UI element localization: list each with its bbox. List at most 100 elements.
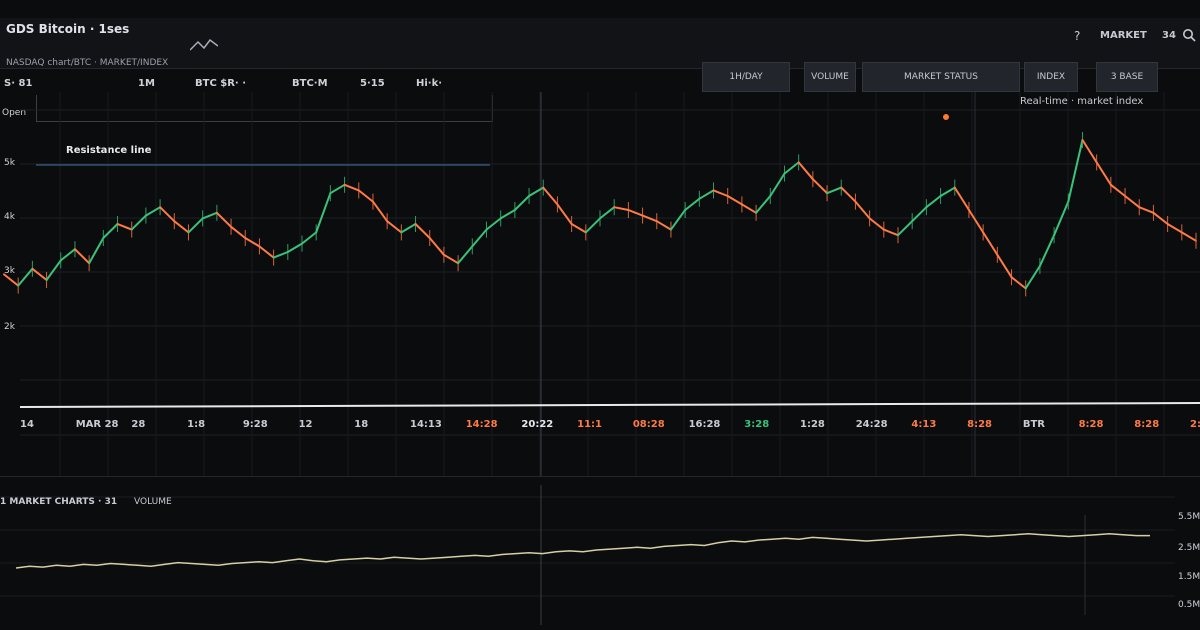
- x-tick-label: 1:28: [800, 419, 825, 430]
- price-segment: [400, 223, 417, 234]
- price-segment: [797, 161, 814, 181]
- x-tick-label: 8:28: [1134, 419, 1159, 430]
- price-segment: [1067, 139, 1084, 203]
- price-segment: [428, 237, 445, 256]
- price-segment: [301, 231, 318, 245]
- x-tick-label: 20:22: [521, 419, 553, 430]
- price-segment: [73, 248, 91, 265]
- price-segment: [17, 267, 34, 287]
- x-tick-label: 12: [299, 419, 313, 430]
- price-segment: [982, 231, 999, 256]
- price-segment: [315, 192, 332, 234]
- ticker-4[interactable]: BTC·M: [292, 78, 328, 89]
- price-segment: [854, 200, 871, 220]
- market-label: MARKET: [1100, 30, 1147, 41]
- x-tick-label: BTR: [1023, 419, 1045, 430]
- price-segment: [953, 186, 970, 211]
- count-label: 34: [1162, 30, 1176, 41]
- ticker-1[interactable]: S· 81: [4, 78, 32, 89]
- price-segment: [485, 217, 502, 231]
- volume-chart[interactable]: [0, 485, 1200, 625]
- price-segment: [230, 225, 247, 239]
- price-segment: [542, 186, 559, 206]
- price-segment: [159, 206, 176, 223]
- price-segment: [570, 223, 587, 234]
- price-segment: [755, 195, 772, 214]
- price-segment: [414, 223, 431, 239]
- price-segment: [655, 220, 672, 231]
- base-button[interactable]: 3 BASE: [1096, 62, 1158, 92]
- price-segment: [698, 189, 715, 200]
- x-tick-label: 08:28: [633, 419, 665, 430]
- price-segment: [897, 220, 914, 237]
- price-segment: [329, 183, 346, 195]
- x-tick-label: 14:28: [466, 419, 498, 430]
- baseline: [19, 402, 1200, 408]
- timeframe-button[interactable]: 1H/DAY: [702, 62, 790, 92]
- price-segment: [1095, 161, 1112, 186]
- chart-logo-icon: [190, 38, 218, 51]
- price-segment: [386, 220, 403, 234]
- price-segment: [88, 237, 105, 265]
- x-tick-label: MAR 28: [76, 419, 119, 430]
- price-segment: [1138, 206, 1155, 214]
- price-segment: [116, 223, 133, 231]
- price-segment: [599, 206, 616, 220]
- price-segment: [1024, 265, 1041, 290]
- price-segment: [939, 186, 956, 197]
- index-button[interactable]: INDEX: [1024, 62, 1078, 92]
- search-icon[interactable]: [1182, 28, 1196, 42]
- price-segment: [102, 223, 119, 239]
- price-segment: [740, 203, 758, 214]
- x-tick-label: 24:28: [856, 419, 888, 430]
- price-segment: [59, 248, 76, 262]
- price-segment: [272, 251, 289, 259]
- price-segment: [712, 189, 729, 197]
- app-title: GDS Bitcoin · 1ses: [6, 22, 130, 36]
- ticker-3[interactable]: BTC $R· ·: [195, 78, 246, 89]
- price-segment: [556, 203, 573, 225]
- price-segment: [1166, 223, 1183, 234]
- price-segment: [45, 259, 62, 281]
- price-segment: [1010, 276, 1027, 290]
- top-toolbar: [0, 18, 1200, 69]
- price-segment: [144, 206, 162, 217]
- ticker-2[interactable]: 1M: [138, 78, 155, 89]
- price-segment: [173, 220, 190, 234]
- price-segment: [499, 209, 516, 220]
- price-segment: [513, 195, 531, 211]
- price-segment: [769, 172, 786, 197]
- help-icon[interactable]: ?: [1074, 29, 1080, 43]
- price-segment: [925, 195, 942, 209]
- x-tick-label: 28: [131, 419, 145, 430]
- price-segment: [967, 209, 985, 234]
- price-segment: [471, 228, 488, 248]
- price-segment: [187, 217, 204, 234]
- x-tick-label: 8:28: [1079, 419, 1104, 430]
- x-tick-label: 2:28: [1190, 419, 1200, 430]
- x-tick-label: 8:28: [967, 419, 992, 430]
- price-segment: [669, 209, 687, 231]
- price-segment: [3, 273, 20, 287]
- price-segment: [258, 245, 275, 259]
- volume-button[interactable]: VOLUME: [804, 62, 856, 92]
- x-tick-label: 4:13: [911, 419, 936, 430]
- x-tick-label: 14:13: [410, 419, 442, 430]
- price-segment: [684, 197, 701, 211]
- main-price-chart[interactable]: 14 MAR 28 28 1:8 9:28 12 18 14:13 14:28 20:22 11:1…: [0, 92, 1200, 477]
- price-segment: [726, 195, 743, 206]
- price-segment: [31, 267, 48, 281]
- ticker-6[interactable]: Hi·k·: [416, 78, 442, 89]
- price-segment: [215, 211, 233, 228]
- price-segment: [826, 186, 843, 195]
- price-segment: [811, 178, 829, 195]
- sub-divider: [0, 476, 1200, 477]
- ticker-5[interactable]: 5·15: [360, 78, 385, 89]
- x-tick-label: 9:28: [243, 419, 268, 430]
- market-status-button[interactable]: MARKET STATUS: [862, 62, 1020, 92]
- price-segment: [840, 186, 857, 203]
- price-segment: [442, 253, 460, 265]
- x-tick-label: 1:8: [187, 419, 205, 430]
- price-marker[interactable]: [943, 114, 949, 120]
- price-segment: [613, 206, 630, 211]
